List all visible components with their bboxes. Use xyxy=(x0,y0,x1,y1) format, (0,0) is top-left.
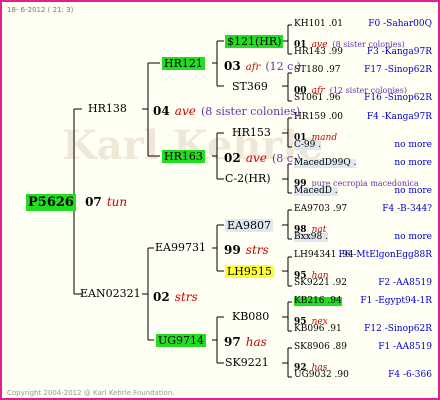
gen4-origin-right[interactable]: no more xyxy=(394,159,432,168)
grade: ave xyxy=(174,104,196,118)
gen4-parent-left[interactable]: HR159 .00 xyxy=(294,113,343,122)
gen4-parent-left[interactable]: EA9703 .97 xyxy=(294,205,347,214)
gen4-parent-left[interactable]: Bxx98 . xyxy=(294,233,328,242)
gen1-node-ean02321[interactable]: EAN02321 xyxy=(80,288,141,299)
gen3-node-7[interactable]: KB080 xyxy=(232,311,269,322)
gen4-origin-right[interactable]: F0 -Sahar00Q xyxy=(368,20,432,29)
gen4-parent-left[interactable]: KB216 .94 xyxy=(294,297,342,306)
gen2-info-hr121: 03 afr (12 c.) xyxy=(224,57,301,73)
gen4-parent-left[interactable]: UG9032 .90 xyxy=(294,371,349,380)
date-stamp: 18- 6-2012 ( 21: 3) xyxy=(7,6,74,14)
gen4-origin-right[interactable]: F2 -AA8519 xyxy=(378,279,432,288)
grade: strs xyxy=(245,243,269,257)
gen3-node-1[interactable]: $121(HR) xyxy=(225,35,284,48)
gen3-node-3[interactable]: HR153 xyxy=(232,127,271,138)
gen4-origin-right[interactable]: F4 -B-344? xyxy=(382,205,432,214)
grade: ave xyxy=(245,151,267,165)
gen4-origin-right[interactable]: F1 -AA8519 xyxy=(378,343,432,352)
gen2-info-ug9714: 97 has xyxy=(224,333,267,349)
gen4-origin-right[interactable]: no more xyxy=(394,233,432,242)
gen2-node-ea99731[interactable]: EA99731 xyxy=(155,242,206,253)
root-grade: tun xyxy=(106,195,128,209)
gen4-origin-right[interactable]: F17 -Sinop62R xyxy=(364,66,432,75)
gen4-origin-right[interactable]: no more xyxy=(394,187,432,196)
root-node[interactable]: P5626 07 tun xyxy=(26,193,128,211)
root-name[interactable]: P5626 xyxy=(26,194,76,211)
gen4-parent-left[interactable]: SK9221 .92 xyxy=(294,279,347,288)
gen2-info-ea99731: 99 strs xyxy=(224,241,269,257)
gen4-origin-right[interactable]: F12 -Sinop62R xyxy=(364,325,432,334)
sister-note: (8 sister colonies) xyxy=(200,105,301,118)
year: 04 xyxy=(153,104,170,118)
gen4-parent-left[interactable]: SK8906 .89 xyxy=(294,343,347,352)
gen3-node-2[interactable]: ST369 xyxy=(232,81,268,92)
gen4-origin-right[interactable]: F4 -6-366 xyxy=(388,371,432,380)
gen1-info-hr138: 04 ave (8 sister colonies) xyxy=(153,102,300,118)
gen2-info-hr163: 02 ave (8 c.) xyxy=(224,149,301,165)
gen4-origin-right[interactable]: F4 -Kanga97R xyxy=(367,113,432,122)
root-year: 07 xyxy=(85,195,102,209)
grade: afr xyxy=(245,62,261,73)
gen2-node-hr121[interactable]: HR121 xyxy=(162,57,205,70)
gen1-info-ean02321: 02 strs xyxy=(153,288,198,304)
gen4-parent-left[interactable]: MacedD99Q . xyxy=(294,159,357,168)
grade: has xyxy=(245,335,267,349)
gen3-node-5[interactable]: EA9807 xyxy=(225,219,273,232)
gen1-node-hr138[interactable]: HR138 xyxy=(88,103,127,114)
gen3-node-8[interactable]: SK9221 xyxy=(225,357,269,368)
gen4-origin-right[interactable]: F6 -MtElgonEgg88R xyxy=(339,251,432,260)
gen4-origin-right[interactable]: no more xyxy=(394,141,432,150)
year: 02 xyxy=(224,151,241,165)
gen4-parent-left[interactable]: ST180 .97 xyxy=(294,66,341,75)
pedigree-frame: Karl Kehrle 18- 6-2012 (21: 3) P5626 07… xyxy=(0,0,440,400)
gen4-origin-right[interactable]: F16 -Sinop62R xyxy=(364,94,432,103)
gen4-origin-right[interactable]: F1 -Egypt94-1R xyxy=(360,297,432,306)
gen3-node-6[interactable]: LH9515 xyxy=(225,265,274,278)
gen2-node-hr163[interactable]: HR163 xyxy=(162,150,205,163)
gen4-parent-left[interactable]: KB096 .91 xyxy=(294,325,342,334)
grade: strs xyxy=(174,290,198,304)
year: 99 xyxy=(224,243,241,257)
year: 97 xyxy=(224,335,241,349)
copyright-text: Copyright 2004-2012 @ Karl Kehrle Founda… xyxy=(7,389,175,397)
gen3-node-4[interactable]: C-2(HR) xyxy=(225,173,271,184)
gen4-parent-left[interactable]: HR143 .99 xyxy=(294,48,343,57)
gen2-node-ug9714[interactable]: UG9714 xyxy=(156,334,207,347)
year: 03 xyxy=(224,59,241,73)
gen4-parent-left[interactable]: ST061 .96 xyxy=(294,94,341,103)
year: 02 xyxy=(153,290,170,304)
gen4-parent-left[interactable]: MacedD . xyxy=(294,187,338,196)
gen4-origin-right[interactable]: F3 -Kanga97R xyxy=(367,48,432,57)
gen4-parent-left[interactable]: C-99 . xyxy=(294,141,322,150)
gen4-parent-left[interactable]: KH101 .01 xyxy=(294,20,343,29)
